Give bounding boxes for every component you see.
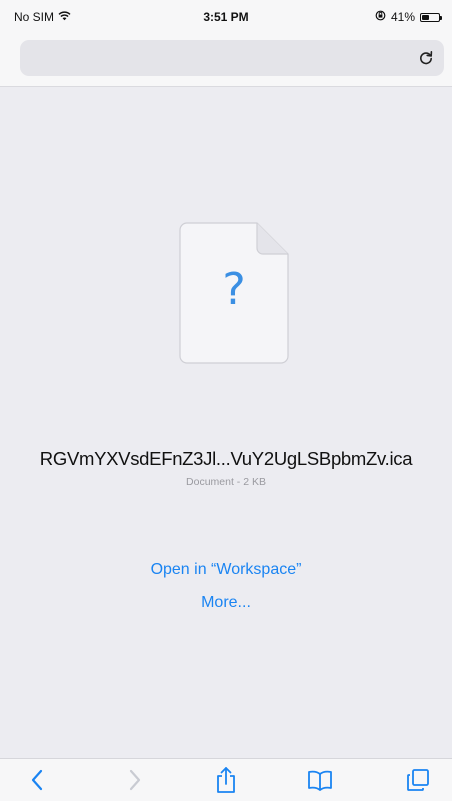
forward-icon xyxy=(129,769,141,791)
bookmarks-icon xyxy=(308,770,332,791)
battery-icon xyxy=(420,12,442,22)
orientation-lock-icon xyxy=(375,10,386,24)
tabs-icon xyxy=(407,769,429,791)
reload-button[interactable] xyxy=(416,48,436,68)
top-chrome: No SIM 3:51 PM 41% xyxy=(0,0,452,87)
safari-download-screen: No SIM 3:51 PM 41% ? RGVmYXVsdEFnZ3Jl...… xyxy=(0,0,452,801)
battery-fill xyxy=(422,14,429,20)
status-right: 41% xyxy=(375,10,442,24)
open-in-workspace-button[interactable]: Open in “Workspace” xyxy=(0,561,452,579)
bookmarks-button[interactable] xyxy=(303,764,337,796)
file-meta: Document - 2 KB xyxy=(186,476,266,488)
forward-button[interactable] xyxy=(118,764,152,796)
back-button[interactable] xyxy=(20,764,54,796)
back-icon xyxy=(31,769,43,791)
battery-tip xyxy=(440,15,442,20)
unknown-file-glyph: ? xyxy=(222,264,246,315)
reload-icon xyxy=(420,51,433,65)
address-bar[interactable] xyxy=(20,40,444,76)
share-button[interactable] xyxy=(209,764,243,796)
status-bar: No SIM 3:51 PM 41% xyxy=(0,0,452,34)
tabs-button[interactable] xyxy=(401,764,435,796)
more-button[interactable]: More... xyxy=(0,594,452,612)
bottom-toolbar xyxy=(0,758,452,801)
file-name: RGVmYXVsdEFnZ3Jl...VuY2UgLSBpbmZv.ica xyxy=(39,448,413,469)
battery-percent: 41% xyxy=(390,10,415,24)
share-icon xyxy=(217,767,235,793)
